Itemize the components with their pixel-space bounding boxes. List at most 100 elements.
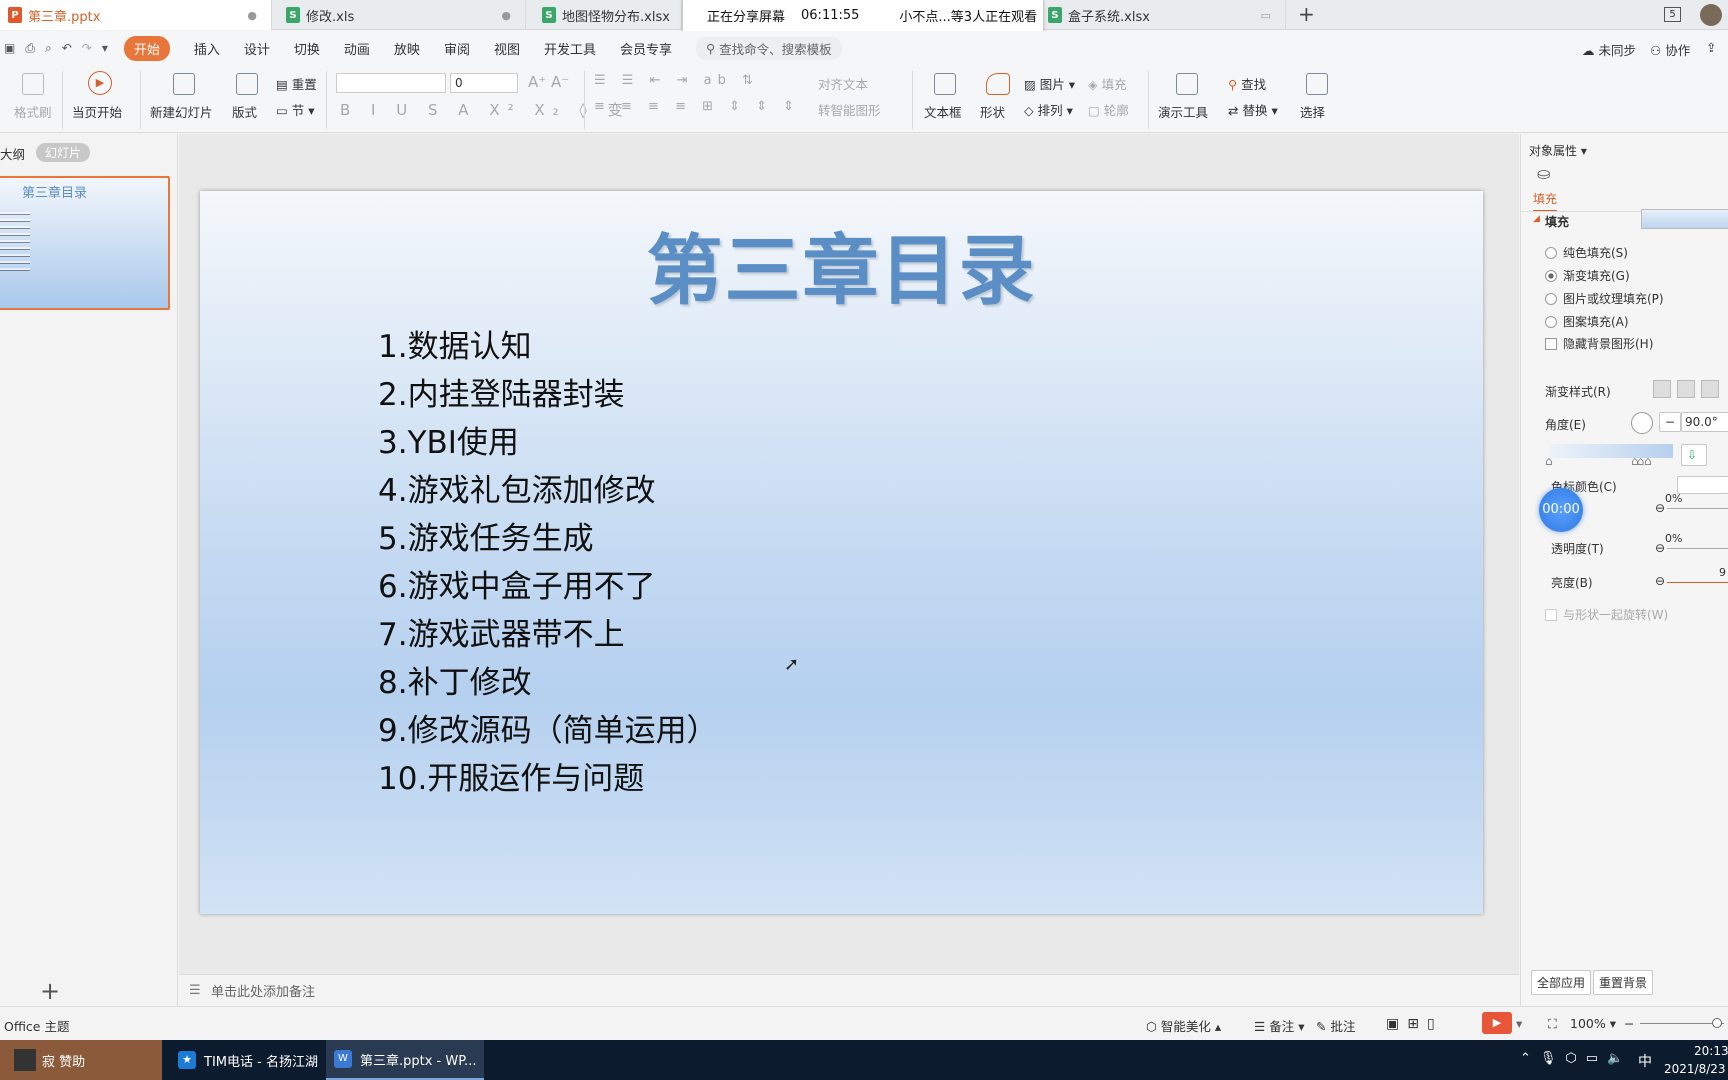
reset-button[interactable]: ▤ 重置 <box>276 74 317 93</box>
clock-date[interactable]: 2021/8/23 <box>1664 1062 1726 1076</box>
position-slider[interactable] <box>1667 508 1728 509</box>
zoom-out-button[interactable]: − <box>1624 1016 1634 1031</box>
outline-button[interactable]: ▢ 轮廓 <box>1088 100 1129 119</box>
timer-bubble[interactable]: 00:00 <box>1539 488 1583 532</box>
menu-animation[interactable]: 动画 <box>344 39 370 58</box>
fill-button[interactable]: ◈ 填充 <box>1088 74 1127 93</box>
list-buttons[interactable]: ☰ ☰ ⇤ ⇥ ab ⇅ <box>594 73 759 88</box>
tab-close-icon[interactable]: ● <box>501 9 511 22</box>
format-painter-button[interactable]: 格式刷 <box>14 102 52 121</box>
present-tools-button[interactable]: 演示工具 <box>1158 102 1208 121</box>
tab-monitor-icon[interactable]: ▭ <box>1261 9 1271 22</box>
user-avatar[interactable] <box>1700 4 1722 26</box>
transparency-decrement-button[interactable]: ⊖ <box>1655 541 1665 555</box>
play-from-current-button[interactable]: 当页开始 <box>72 102 122 121</box>
new-slide-button[interactable]: 新建幻灯片 <box>150 102 213 121</box>
grow-font-icon[interactable]: A⁺ A⁻ <box>528 73 569 91</box>
radio-gradient-fill[interactable]: 渐变填充(G) <box>1545 267 1630 284</box>
reset-bg-button[interactable]: 重置背景 <box>1593 970 1654 995</box>
taskbar-start-user[interactable]: 寂 赞助 <box>0 1040 162 1080</box>
share-viewers[interactable]: 小不点...等3人正在观看 <box>899 6 1037 25</box>
font-size-select[interactable]: 0 <box>450 73 518 93</box>
taskbar-tim[interactable]: ★ TIM电话 - 名扬江湖 <box>170 1040 320 1080</box>
preview-icon[interactable]: ⌕ <box>45 41 52 56</box>
paragraph-align-buttons[interactable]: ≡ ≡ ≡ ≡ ⊞ ⇕ ⇕ ⇕ <box>594 99 800 114</box>
brightness-slider[interactable] <box>1667 582 1728 583</box>
slide[interactable]: 第三章目录 1.数据认知 2.内挂登陆器封装 3.YBI使用 4.游戏礼包添加修改 5.… <box>200 191 1483 914</box>
menu-view[interactable]: 视图 <box>494 39 520 58</box>
toc-list[interactable]: 1.数据认知 2.内挂登陆器封装 3.YBI使用 4.游戏礼包添加修改 5.游戏任务生成… <box>378 323 718 803</box>
position-decrement-button[interactable]: ⊖ <box>1655 501 1665 515</box>
tab-xls[interactable]: S 修改.xls ● <box>278 0 526 30</box>
font-style-buttons[interactable]: B I U S A X² X₂ ◊ 变 <box>340 99 631 120</box>
textbox-button[interactable]: 文本框 <box>924 102 962 121</box>
collab-button[interactable]: ⚇ 协作 <box>1650 40 1690 59</box>
menu-home[interactable]: 开始 <box>123 35 170 61</box>
notes-toggle-button[interactable]: ☰ 备注 ▾ <box>1254 1016 1304 1035</box>
outline-tab[interactable]: 大纲 <box>0 144 25 163</box>
radio-picture-fill[interactable]: 图片或纹理填充(P) <box>1545 290 1664 307</box>
tab-box-system[interactable]: S 盒子系统.xlsx ▭ <box>1040 0 1286 30</box>
redo-icon[interactable]: ↷ <box>82 41 92 55</box>
fit-window-icon[interactable]: ⛶ <box>1548 1016 1557 1032</box>
collapse-arrow-icon[interactable]: ◢ <box>1533 214 1540 224</box>
new-tab-button[interactable]: + <box>1298 2 1315 26</box>
align-text-button[interactable]: 对齐文本 <box>818 74 868 93</box>
slide-title[interactable]: 第三章目录 <box>200 209 1483 319</box>
system-tray-icons[interactable]: ⌃🎙⬡▭🔈 <box>1520 1051 1632 1066</box>
undo-icon[interactable]: ↶ <box>62 41 72 55</box>
menu-transition[interactable]: 切换 <box>294 39 320 58</box>
menu-developer[interactable]: 开发工具 <box>544 39 596 58</box>
select-button[interactable]: 选择 <box>1300 102 1325 121</box>
tab-pptx[interactable]: P 第三章.pptx ● <box>0 0 272 30</box>
zoom-select[interactable]: 100% ▾ <box>1570 1016 1616 1031</box>
menu-design[interactable]: 设计 <box>244 39 270 58</box>
menu-insert[interactable]: 插入 <box>194 39 220 58</box>
angle-dial[interactable] <box>1631 412 1653 434</box>
comment-button[interactable]: ✎ 批注 <box>1316 1016 1355 1035</box>
checkbox-hide-bg[interactable]: 隐藏背景图形(H) <box>1545 335 1653 352</box>
gradient-linear-button[interactable] <box>1653 380 1671 398</box>
slideshow-play-button[interactable]: ▶ <box>1482 1012 1512 1034</box>
tab-count-badge[interactable]: 5 <box>1664 7 1681 22</box>
section-button[interactable]: ▭ 节 ▾ <box>276 100 315 119</box>
shape-button[interactable]: 形状 <box>980 102 1005 121</box>
arrange-button[interactable]: ◇ 排列 ▾ <box>1024 100 1073 119</box>
gradient-stops-icon[interactable]: ⌂⌂ ⌂ <box>1631 454 1652 468</box>
find-button[interactable]: ⚲ 查找 <box>1228 74 1266 93</box>
radio-solid-fill[interactable]: 纯色填充(S) <box>1545 244 1628 261</box>
slides-tab[interactable]: 幻灯片 <box>36 143 91 162</box>
menu-member[interactable]: 会员专享 <box>620 39 672 58</box>
view-buttons[interactable]: ▣⊞▯ <box>1386 1016 1443 1032</box>
checkbox-rotate-with-shape[interactable]: 与形状一起旋转(W) <box>1545 606 1668 623</box>
layout-button[interactable]: 版式 <box>232 102 257 121</box>
sync-status[interactable]: ☁ 未同步 <box>1582 40 1636 59</box>
angle-decrement-button[interactable]: − <box>1659 412 1681 432</box>
panel-header[interactable]: 对象属性 ▾ <box>1529 142 1587 159</box>
fill-tab[interactable]: 填充 <box>1533 190 1558 212</box>
ime-indicator[interactable]: 中 <box>1638 1051 1652 1071</box>
smart-art-button[interactable]: 转智能图形 <box>818 100 881 119</box>
slide-thumbnail-1[interactable]: 第三章目录 <box>0 176 170 310</box>
print-icon[interactable]: ⎙ <box>25 41 35 56</box>
slideshow-dropdown-icon[interactable]: ▾ <box>1516 1016 1522 1031</box>
apply-all-button[interactable]: 全部应用 <box>1531 970 1592 995</box>
clock-time[interactable]: 20:13 <box>1694 1044 1728 1058</box>
menu-review[interactable]: 审阅 <box>444 39 470 58</box>
command-search[interactable]: ⚲ 查找命令、搜索模板 <box>696 36 842 60</box>
tab-map-monsters[interactable]: S 地图怪物分布.xlsx <box>534 0 682 30</box>
beautify-button[interactable]: ⬡ 智能美化 ▴ <box>1146 1016 1221 1035</box>
notes-area[interactable]: ☰ 单击此处添加备注 <box>179 974 1519 1006</box>
gradient-radial-button[interactable] <box>1677 380 1695 398</box>
share-icon[interactable]: ⇪ <box>1706 40 1716 55</box>
gradient-rect-button[interactable] <box>1701 380 1719 398</box>
taskbar-wps[interactable]: W 第三章.pptx - WP... <box>326 1040 484 1080</box>
theme-name[interactable]: Office 主题 <box>4 1016 69 1035</box>
angle-input[interactable]: 90.0° <box>1681 412 1728 432</box>
zoom-slider-thumb[interactable] <box>1712 1018 1722 1028</box>
gradient-stop-icon[interactable]: ⌂ <box>1545 454 1553 468</box>
save-icon[interactable]: ▣ <box>4 41 15 55</box>
replace-button[interactable]: ⇄ 替换 ▾ <box>1228 100 1278 119</box>
menu-slideshow[interactable]: 放映 <box>394 39 420 58</box>
add-slide-button[interactable]: + <box>40 977 60 1005</box>
